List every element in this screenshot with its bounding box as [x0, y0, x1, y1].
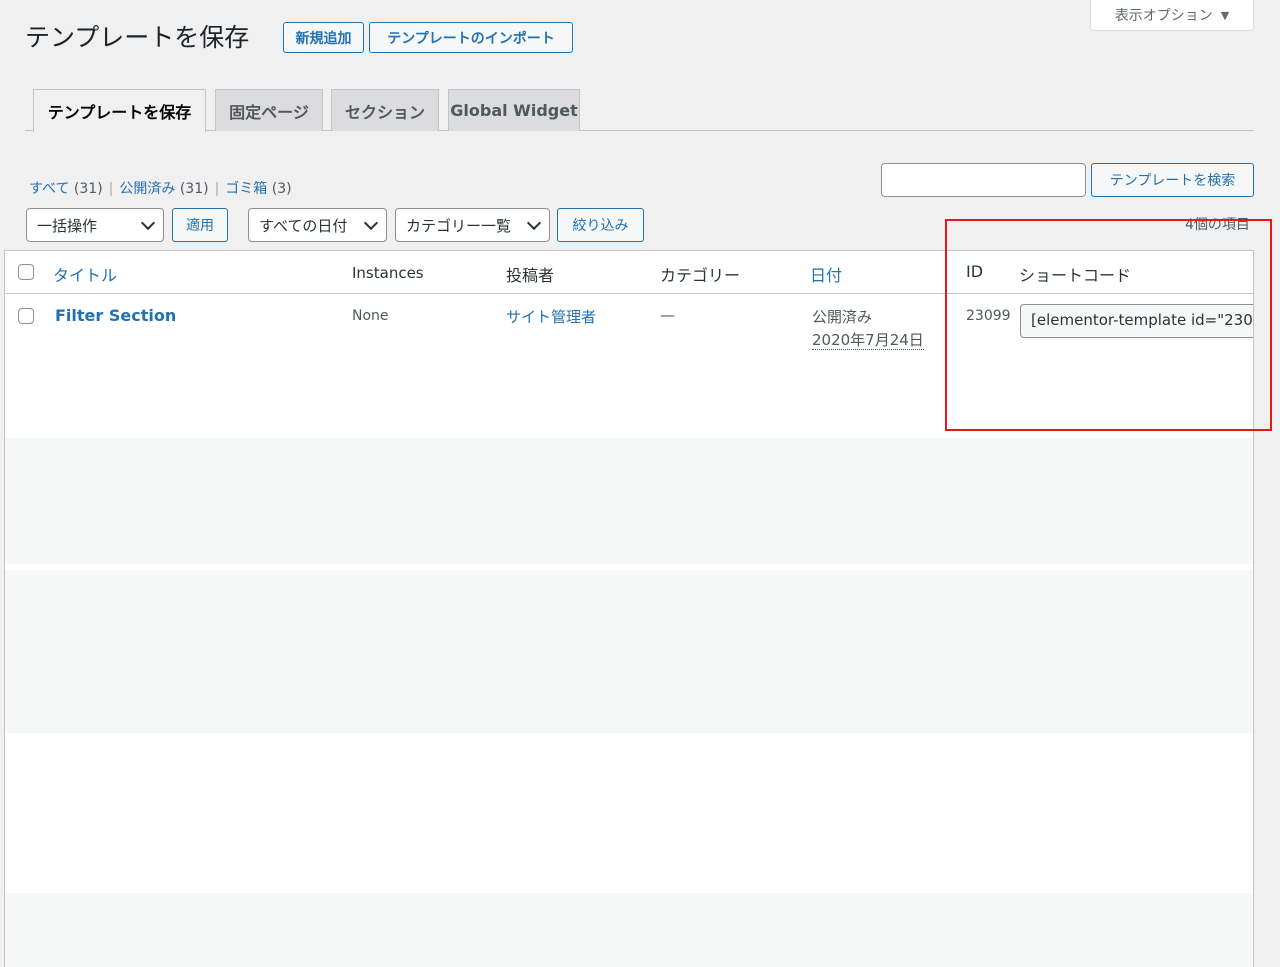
- category-filter-value: カテゴリー一覧: [406, 216, 512, 235]
- table-row: [5, 893, 1253, 967]
- add-new-button[interactable]: 新規追加: [283, 22, 364, 53]
- apply-button[interactable]: 適用: [172, 208, 228, 242]
- import-templates-button[interactable]: テンプレートのインポート: [369, 22, 573, 53]
- search-input[interactable]: [881, 163, 1086, 197]
- column-title-sort[interactable]: タイトル: [53, 262, 117, 286]
- row-date: 2020年7月24日: [812, 329, 924, 350]
- row-category: —: [660, 306, 675, 324]
- view-all-link[interactable]: すべて (31): [29, 181, 103, 197]
- table-row: [5, 733, 1253, 893]
- select-all-checkbox[interactable]: [18, 264, 34, 280]
- tabs-divider: [25, 130, 1254, 131]
- status-views: すべて (31) | 公開済み (31) | ゴミ箱 (3): [29, 181, 292, 197]
- column-author: 投稿者: [506, 266, 555, 285]
- column-date-sort[interactable]: 日付: [810, 262, 842, 286]
- date-filter-select[interactable]: すべての日付: [248, 208, 387, 242]
- table-row: [5, 438, 1253, 564]
- page-title: テンプレートを保存: [25, 23, 250, 52]
- view-trash-link[interactable]: ゴミ箱 (3): [225, 181, 291, 197]
- column-shortcode: ショートコード: [1019, 266, 1132, 285]
- chevron-down-icon: [140, 215, 156, 231]
- view-published-link[interactable]: 公開済み (31): [119, 181, 208, 197]
- items-count: 4個の項目: [1185, 217, 1250, 233]
- templates-table: タイトル Instances 投稿者 カテゴリー 日付 ID ショートコード F…: [4, 250, 1254, 967]
- column-instances: Instances: [352, 264, 424, 282]
- row-id: 23099: [966, 308, 1011, 324]
- category-filter-select[interactable]: カテゴリー一覧: [395, 208, 550, 242]
- row-date-value: 2020年7月24日: [812, 331, 924, 350]
- column-id: ID: [966, 262, 984, 281]
- column-category: カテゴリー: [660, 266, 741, 285]
- tab-sections[interactable]: セクション: [331, 89, 439, 131]
- triangle-down-icon: ▼: [1220, 8, 1230, 22]
- screen-options-label: 表示オプション: [1114, 8, 1213, 24]
- table-row: [5, 570, 1253, 733]
- filter-button[interactable]: 絞り込み: [557, 208, 644, 242]
- search-templates-button[interactable]: テンプレートを検索: [1091, 163, 1254, 197]
- row-status: 公開済み: [812, 308, 873, 326]
- row-author-link[interactable]: サイト管理者: [506, 306, 596, 327]
- bulk-action-value: 一括操作: [37, 216, 98, 235]
- chevron-down-icon: [363, 215, 379, 231]
- table-row: Filter Section None サイト管理者 — 公開済み 2020年7…: [5, 294, 1253, 433]
- tab-global-widget[interactable]: Global Widget: [448, 89, 580, 131]
- chevron-down-icon: [526, 215, 542, 231]
- date-filter-value: すべての日付: [259, 216, 348, 235]
- row-checkbox[interactable]: [18, 308, 34, 324]
- table-header: タイトル Instances 投稿者 カテゴリー 日付 ID ショートコード: [5, 251, 1253, 294]
- row-instances: None: [352, 308, 389, 324]
- tab-saved-templates[interactable]: テンプレートを保存: [33, 89, 206, 132]
- row-title-link[interactable]: Filter Section: [55, 306, 176, 325]
- screen-options-button[interactable]: 表示オプション ▼: [1090, 0, 1254, 31]
- tab-pages[interactable]: 固定ページ: [215, 89, 323, 131]
- shortcode-field[interactable]: [elementor-template id="23099"]: [1020, 304, 1253, 338]
- bulk-action-select[interactable]: 一括操作: [26, 208, 164, 242]
